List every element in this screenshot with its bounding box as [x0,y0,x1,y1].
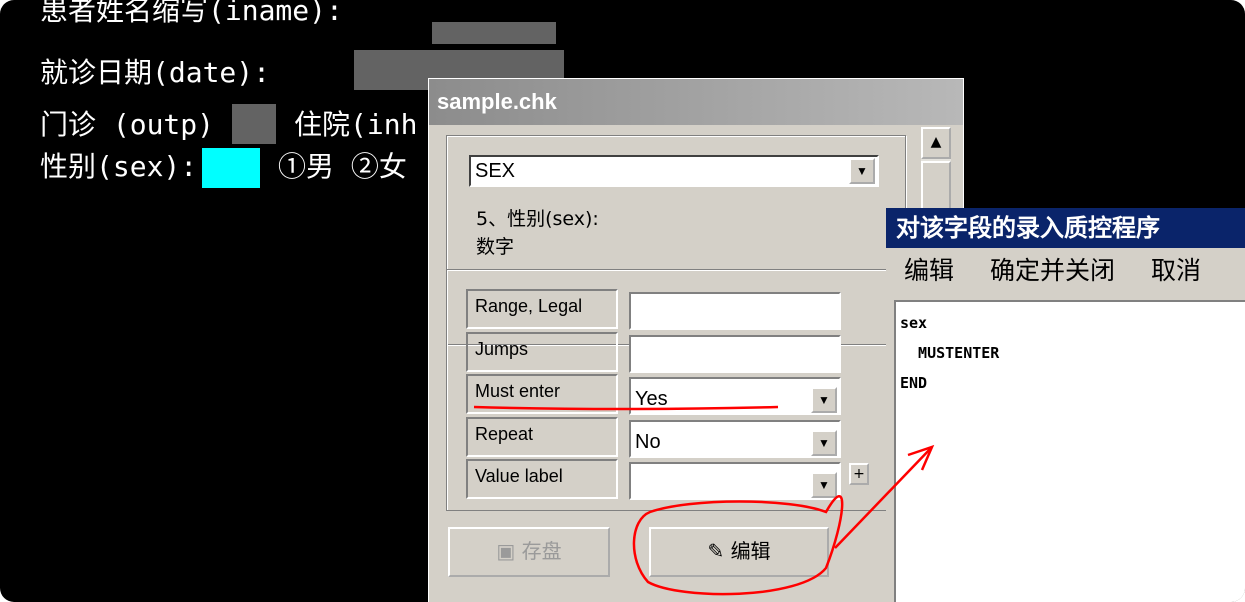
prop-label-repeat: Repeat [466,417,618,457]
floppy-disk-icon: ▣ [496,539,522,563]
screenshot-frame: 患者姓名缩写(iname): 就诊日期(date): 门诊 (outp) 住院(… [0,0,1245,602]
range-legal-input[interactable] [629,292,841,330]
field-info-name: 5、性别(sex): [476,208,599,230]
prop-label-range: Range, Legal [466,289,618,329]
save-button[interactable]: ▣ 存盘 [448,527,610,577]
field-select[interactable]: SEX ▼ [469,155,879,187]
scroll-up-icon[interactable]: ▲ [921,127,951,159]
code-editor[interactable]: sex MUSTENTER END [894,300,1245,602]
editor-menu: 编辑 确定并关闭 取消 [886,250,1211,292]
code-line: END [900,374,928,392]
form-line-outp: 门诊 (outp) [40,108,215,141]
jumps-input[interactable] [629,335,841,373]
prop-label-jumps: Jumps [466,332,618,372]
form-line-sex: 性别(sex): [40,150,198,183]
must-enter-value: Yes [635,388,668,410]
edit-button-label: 编辑 [730,539,771,563]
form-line-name: 患者姓名缩写(iname): [40,0,343,27]
menu-edit[interactable]: 编辑 [904,256,954,285]
form-line-date: 就诊日期(date): [40,56,271,89]
chevron-down-icon[interactable]: ▼ [811,472,837,498]
chk-window: sample.chk SEX ▼ 5、性别(sex): 数字 Range, Le… [428,78,964,602]
editor-title: 对该字段的录入质控程序 [886,208,1245,248]
repeat-value: No [635,431,661,453]
name-field[interactable] [432,22,556,44]
chevron-down-icon[interactable]: ▼ [811,430,837,456]
chevron-down-icon[interactable]: ▼ [849,158,875,184]
prop-label-must-enter: Must enter [466,374,618,414]
repeat-select[interactable]: No ▼ [629,420,841,458]
menu-cancel[interactable]: 取消 [1151,256,1201,285]
form-line-inh: 住院(inh [294,108,418,141]
sex-field[interactable] [202,148,260,188]
chk-window-title: sample.chk [429,79,963,125]
sex-options: ①男 ②女 [278,150,407,183]
edit-button[interactable]: ✎ 编辑 [649,527,829,577]
outp-field[interactable] [232,104,276,144]
prop-label-value-label: Value label [466,459,618,499]
add-value-label-button[interactable]: + [849,463,869,485]
check-editor-window: 对该字段的录入质控程序 编辑 确定并关闭 取消 sex MUSTENTER EN… [886,208,1245,602]
must-enter-select[interactable]: Yes ▼ [629,377,841,415]
menu-confirm-close[interactable]: 确定并关闭 [990,256,1115,285]
save-button-label: 存盘 [521,539,562,563]
value-label-select[interactable]: ▼ [629,462,841,500]
edit-pencil-icon: ✎ [707,539,731,563]
field-info: 5、性别(sex): 数字 [476,205,599,261]
code-line: MUSTENTER [900,344,1000,362]
field-info-type: 数字 [476,236,515,258]
chevron-down-icon[interactable]: ▼ [811,387,837,413]
field-select-value: SEX [475,160,516,182]
code-line: sex [900,314,928,332]
